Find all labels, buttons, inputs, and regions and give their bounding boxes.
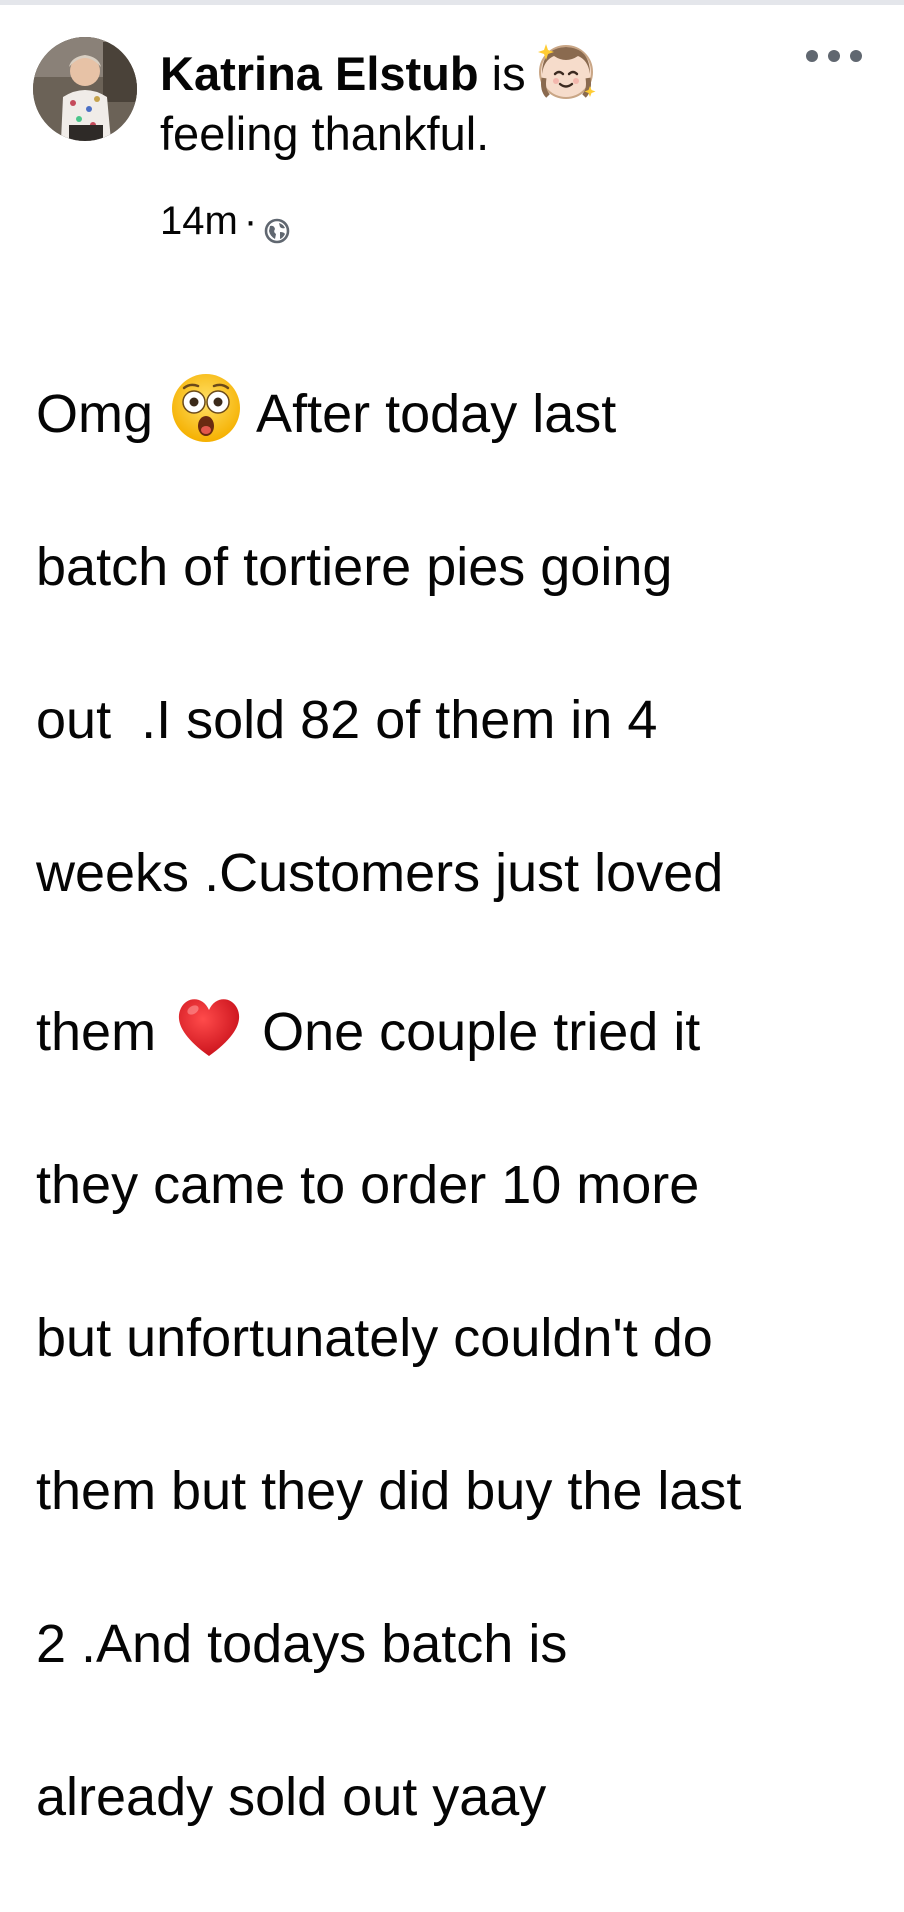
more-dot xyxy=(850,50,862,62)
post-text-fragment: After today last xyxy=(244,383,617,444)
post-body-line: 2 .And todays batch is xyxy=(36,1613,568,1674)
post-text-fragment: them xyxy=(36,1001,172,1062)
post-meta: 14m · xyxy=(160,196,291,246)
more-dot xyxy=(806,50,818,62)
post-header: Katrina Elstub is feeling thankful. 14m … xyxy=(0,0,904,260)
post-text-fragment: Omg xyxy=(36,383,169,444)
meta-separator: · xyxy=(243,199,258,243)
post-body-line: they came to order 10 more xyxy=(36,1154,700,1215)
red-heart-emoji-icon xyxy=(171,988,247,1064)
more-options-icon[interactable] xyxy=(806,42,862,70)
author-avatar[interactable] xyxy=(33,37,137,141)
more-dot xyxy=(828,50,840,62)
post-header-text: Katrina Elstub is feeling thankful. xyxy=(160,38,760,164)
author-name[interactable]: Katrina Elstub xyxy=(160,47,479,100)
post-body-line: Omg After today last xyxy=(36,370,886,453)
post-body-line: batch of tortiere pies going xyxy=(36,536,673,597)
post-body-line: out .I sold 82 of them in 4 xyxy=(36,689,658,750)
post-body-line: them but they did buy the last xyxy=(36,1460,742,1521)
post-body-line: already sold out yaay xyxy=(36,1766,547,1827)
feeling-text: feeling thankful. xyxy=(160,107,490,160)
post-body-line: them One couple tried it xyxy=(36,988,886,1071)
post-body-line: but unfortunately couldn't do xyxy=(36,1307,713,1368)
header-line-1: Katrina Elstub is xyxy=(160,38,760,104)
feeling-prefix: is xyxy=(478,47,526,100)
globe-icon[interactable] xyxy=(263,207,291,244)
astonished-face-emoji-icon xyxy=(168,370,244,446)
post-body-line: weeks .Customers just loved xyxy=(36,842,724,903)
angel-face-emoji-icon xyxy=(534,38,598,102)
post-text-fragment: One couple tried it xyxy=(247,1001,701,1062)
post-body: Omg After today last batch of tortiere p… xyxy=(36,293,886,1912)
post-timestamp[interactable]: 14m xyxy=(160,196,238,246)
